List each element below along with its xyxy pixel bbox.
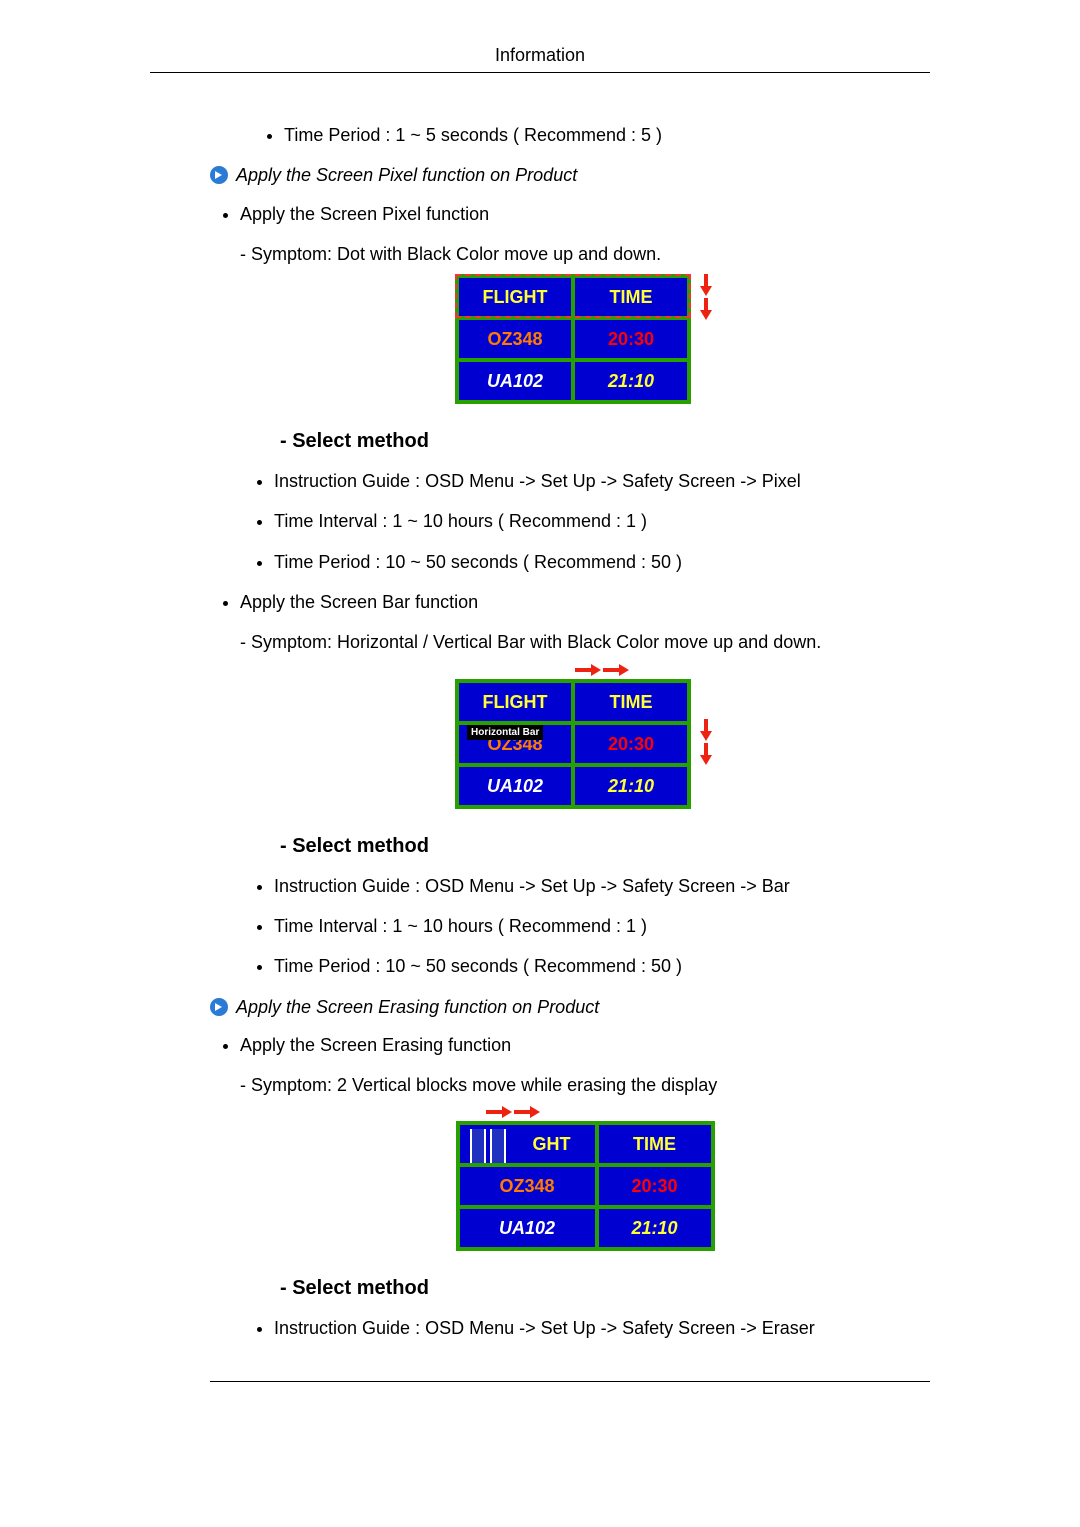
pixel-time-interval: Time Interval : 1 ~ 10 hours ( Recommend…: [274, 509, 930, 533]
bar-symptom: - Symptom: Horizontal / Vertical Bar wit…: [240, 630, 930, 654]
board-header-flight: FLIGHT: [459, 683, 573, 723]
board-header-flight: FLIGHT: [459, 278, 573, 318]
erase-section-title: Apply the Screen Erasing function on Pro…: [236, 995, 599, 1019]
arrow-right-icon: [210, 998, 228, 1016]
down-arrows-icon: [697, 679, 715, 765]
pixel-section-title: Apply the Screen Pixel function on Produ…: [236, 163, 577, 187]
erase-instruction: Instruction Guide : OSD Menu -> Set Up -…: [274, 1316, 930, 1340]
board-row1-time: 20:30: [573, 723, 687, 765]
board-row2-time: 21:10: [573, 360, 687, 400]
board-row1-time: 20:30: [573, 318, 687, 360]
board-row2-flight: UA102: [460, 1207, 597, 1247]
board-header-time: TIME: [573, 683, 687, 723]
right-arrows-icon: [575, 663, 629, 677]
erase-apply-item: Apply the Screen Erasing function - Symp…: [240, 1033, 930, 1341]
footer-rule: [210, 1381, 930, 1382]
board-row1-flight: OZ348: [460, 1165, 597, 1207]
pixel-symptom: - Symptom: Dot with Black Color move up …: [240, 242, 930, 266]
bar-board: Horizontal Bar FLIGHT TIME OZ348 20:30: [240, 663, 930, 809]
erase-section-heading: Apply the Screen Erasing function on Pro…: [210, 995, 930, 1019]
bar-time-period: Time Period : 10 ~ 50 seconds ( Recommen…: [274, 954, 930, 978]
erase-board: GHT TIME OZ348 20:30 UA102 21:10: [240, 1105, 930, 1251]
board-header-time: TIME: [573, 278, 687, 318]
erase-select-method: - Select method: [280, 1275, 930, 1302]
erase-blocks-icon: [470, 1129, 506, 1163]
right-arrows-icon: [486, 1105, 540, 1119]
bar-time-interval: Time Interval : 1 ~ 10 hours ( Recommend…: [274, 914, 930, 938]
board-row2-time: 21:10: [573, 765, 687, 805]
down-arrows-icon: [697, 274, 715, 320]
pixel-instruction: Instruction Guide : OSD Menu -> Set Up -…: [274, 469, 930, 493]
erase-apply-label: Apply the Screen Erasing function: [240, 1035, 511, 1055]
intro-time-period: Time Period : 1 ~ 5 seconds ( Recommend …: [284, 123, 930, 147]
page-header: Information: [150, 45, 930, 73]
arrow-right-icon: [210, 166, 228, 184]
pixel-select-method: - Select method: [280, 428, 930, 455]
pixel-time-period: Time Period : 10 ~ 50 seconds ( Recommen…: [274, 550, 930, 574]
pixel-section-heading: Apply the Screen Pixel function on Produ…: [210, 163, 930, 187]
hbar-label: Horizontal Bar: [467, 725, 543, 741]
erase-symptom: - Symptom: 2 Vertical blocks move while …: [240, 1073, 930, 1097]
board-row1-time: 20:30: [597, 1165, 711, 1207]
board-row2-flight: UA102: [459, 765, 573, 805]
content-area: Time Period : 1 ~ 5 seconds ( Recommend …: [150, 123, 930, 1382]
pixel-board: FLIGHT TIME OZ348 20:30 UA102 21:10: [240, 274, 930, 404]
board-row2-flight: UA102: [459, 360, 573, 400]
bar-select-method: - Select method: [280, 833, 930, 860]
bar-apply-label: Apply the Screen Bar function: [240, 592, 478, 612]
pixel-apply-label: Apply the Screen Pixel function: [240, 204, 489, 224]
pixel-apply-item: Apply the Screen Pixel function - Sympto…: [240, 202, 930, 574]
board-row1-flight: OZ348: [459, 318, 573, 360]
board-header-time: TIME: [597, 1125, 711, 1165]
bar-instruction: Instruction Guide : OSD Menu -> Set Up -…: [274, 874, 930, 898]
bar-apply-item: Apply the Screen Bar function - Symptom:…: [240, 590, 930, 978]
board-row2-time: 21:10: [597, 1207, 711, 1247]
